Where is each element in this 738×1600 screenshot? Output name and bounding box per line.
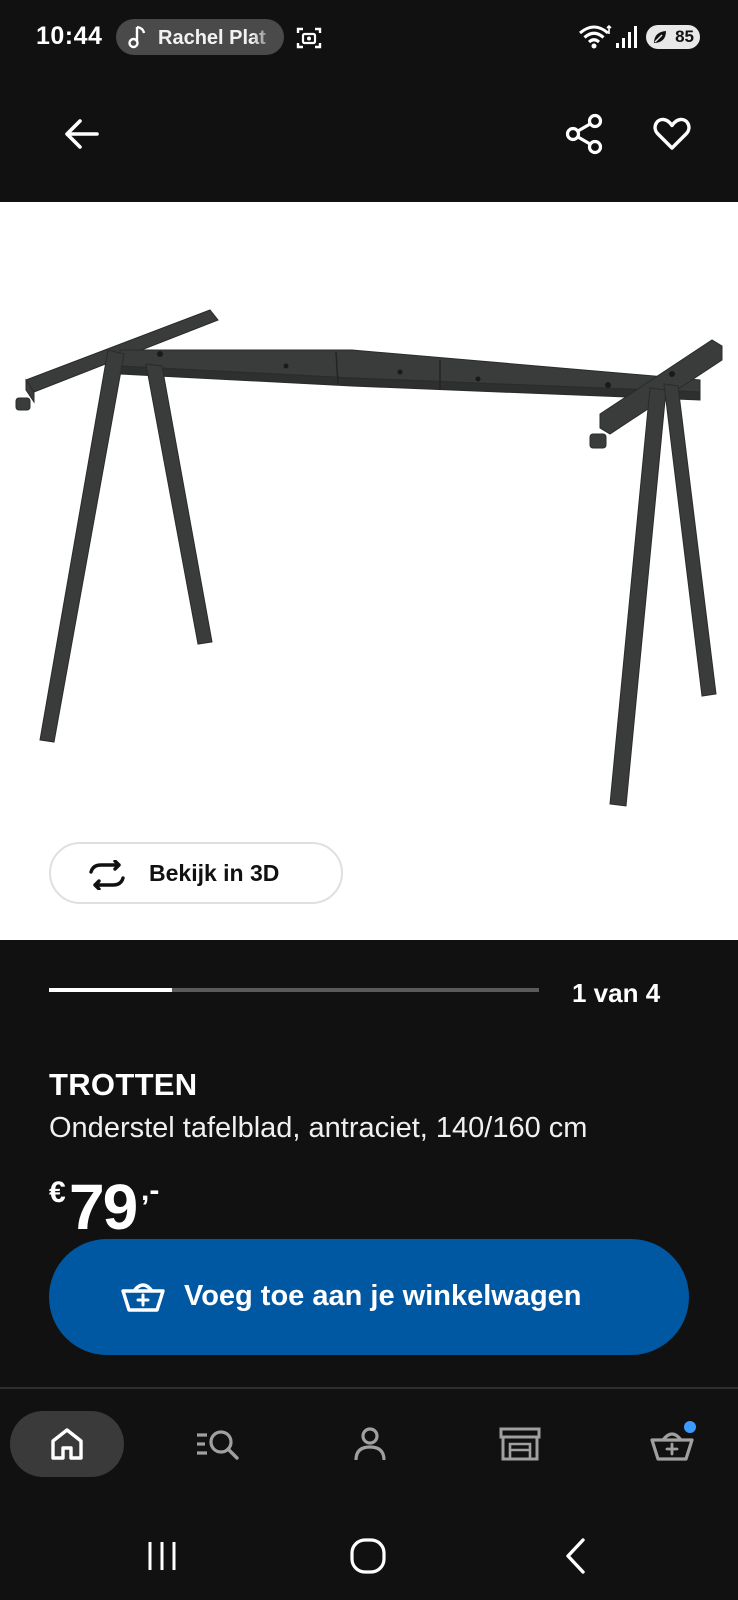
system-navigation-bar (0, 1500, 738, 1600)
view-3d-label: Bekijk in 3D (149, 860, 280, 886)
nav-home[interactable] (10, 1411, 124, 1477)
product-image-gallery[interactable]: Bekijk in 3D (0, 202, 738, 940)
now-playing-text: Rachel Plat (158, 27, 266, 49)
add-to-cart-label: Voeg toe aan je winkelwagen (184, 1280, 582, 1312)
product-image (15, 309, 723, 807)
app-bar (0, 80, 738, 202)
heart-icon (653, 117, 691, 150)
wifi-icon (579, 24, 612, 49)
home-icon (51, 1428, 83, 1460)
status-bar: 10:44 Rachel Plat 85 (0, 0, 738, 78)
nav-cart[interactable] (632, 1411, 712, 1477)
add-to-cart-button[interactable]: Voeg toe aan je winkelwagen (49, 1239, 689, 1355)
share-button[interactable] (558, 106, 610, 162)
view-3d-button[interactable]: Bekijk in 3D (49, 842, 343, 904)
music-note-icon (128, 25, 146, 49)
product-description: Onderstel tafelblad, antraciet, 140/160 … (49, 1112, 588, 1144)
battery-level: 85 (675, 27, 694, 46)
rotate-3d-icon (89, 860, 125, 890)
image-pager-progress (49, 988, 539, 992)
back-button[interactable] (56, 108, 108, 160)
nav-stores[interactable] (480, 1411, 560, 1477)
screenshot-icon (296, 27, 322, 49)
store-icon (499, 1427, 541, 1461)
status-time: 10:44 (36, 22, 103, 50)
share-icon (565, 113, 603, 155)
pager-progress-fill (49, 988, 172, 992)
favorite-button[interactable] (646, 108, 698, 160)
image-pager-count: 1 van 4 (572, 978, 661, 1008)
back-system-button[interactable] (548, 1528, 604, 1584)
bottom-navigation (0, 1389, 738, 1509)
battery-saver-icon (654, 31, 666, 43)
recent-apps-icon (148, 1542, 176, 1570)
person-icon (354, 1427, 386, 1461)
recent-apps-button[interactable] (134, 1528, 190, 1584)
arrow-left-icon (65, 119, 99, 149)
nav-profile[interactable] (330, 1411, 410, 1477)
search-list-icon (197, 1430, 239, 1460)
cart-badge-dot (684, 1421, 696, 1433)
price-suffix: ,- (141, 1174, 160, 1207)
price-currency: € (49, 1176, 66, 1209)
now-playing-chip[interactable]: Rachel Plat (116, 19, 284, 55)
home-circle-icon (350, 1538, 386, 1574)
basket-plus-icon (121, 1283, 165, 1312)
home-system-button[interactable] (340, 1528, 396, 1584)
nav-search[interactable] (178, 1411, 258, 1477)
signal-icon (616, 26, 637, 48)
chevron-left-icon (566, 1538, 585, 1574)
product-name: TROTTEN (49, 1067, 198, 1102)
price-amount: 79 (69, 1171, 138, 1243)
battery-indicator: 85 (646, 25, 700, 49)
